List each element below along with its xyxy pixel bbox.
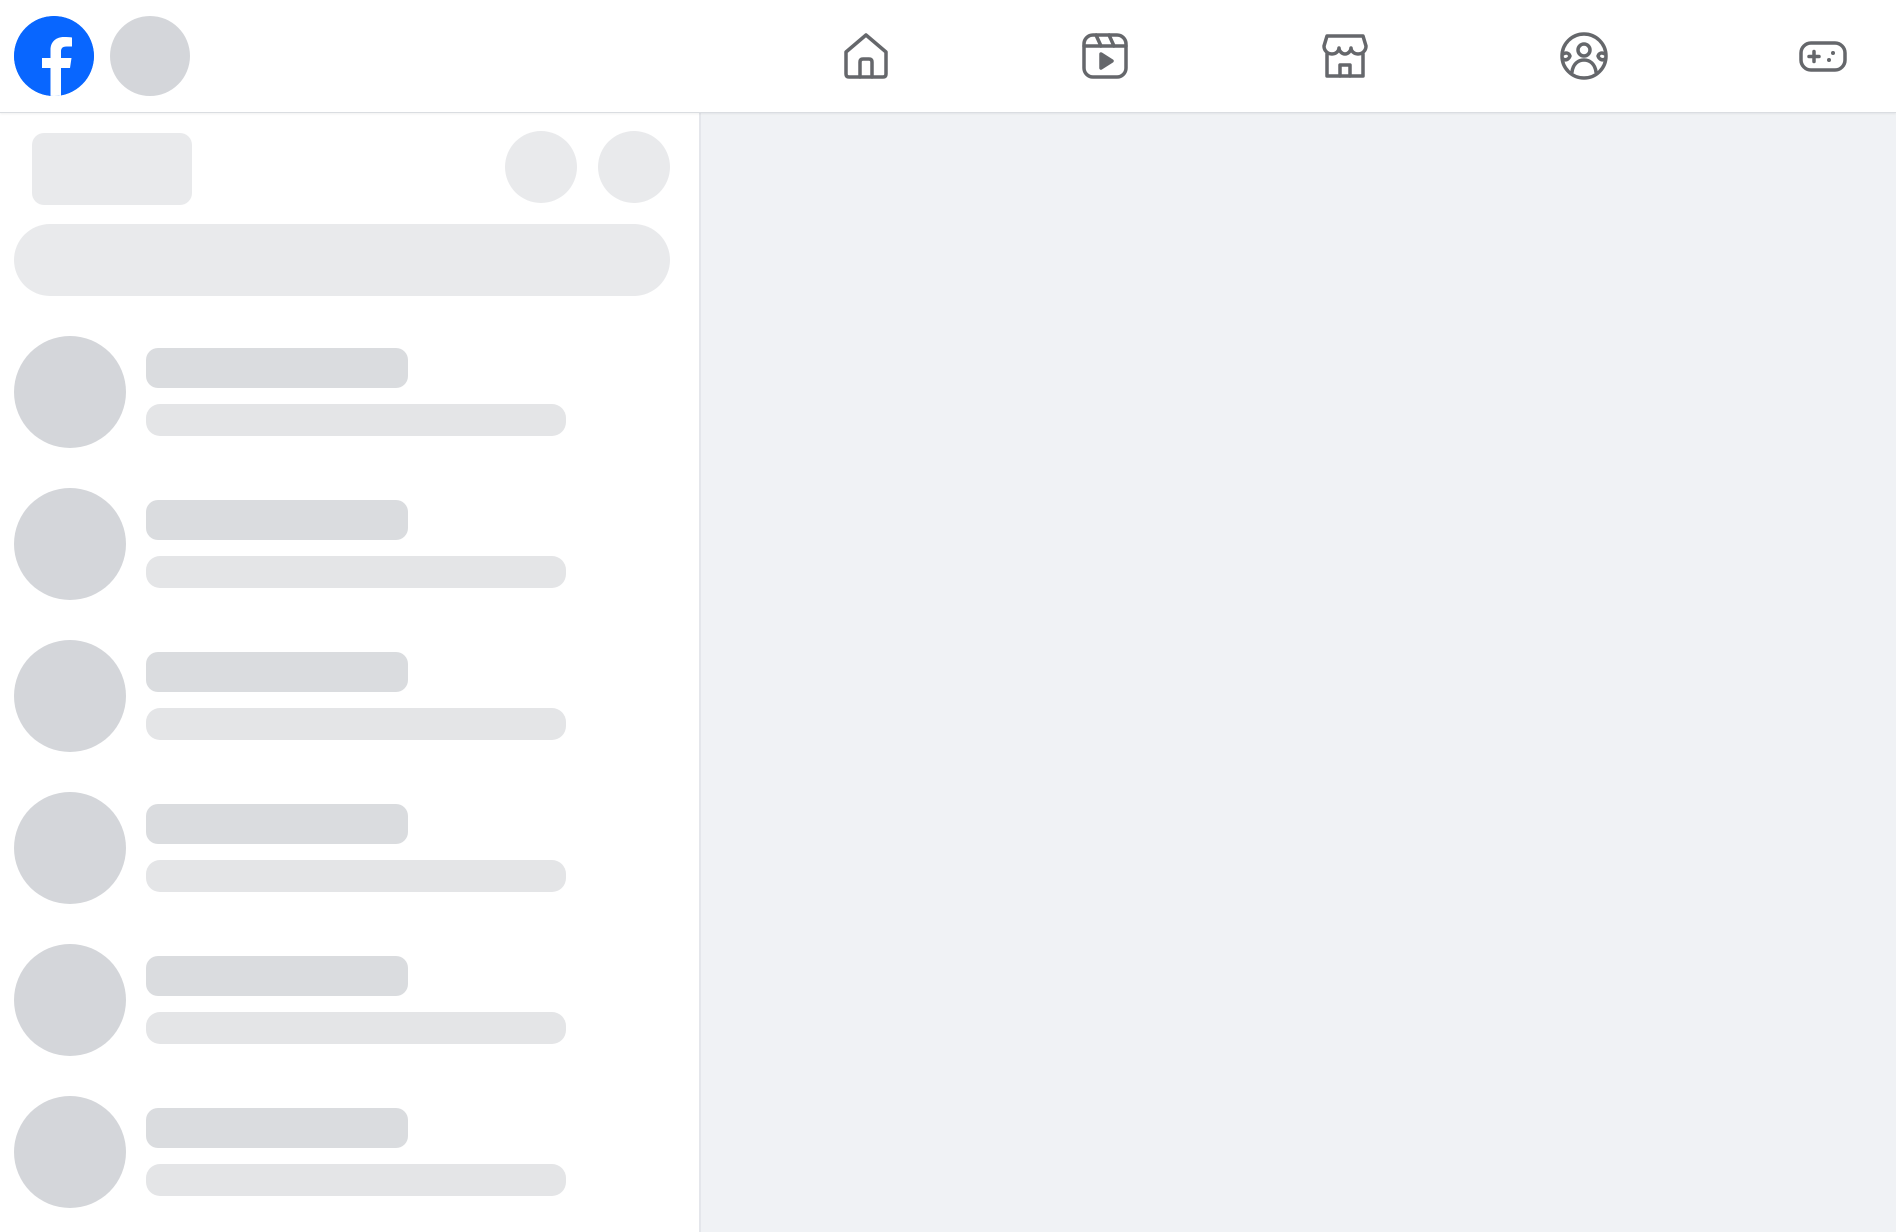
skeleton-text-line [146,500,408,540]
skeleton-list-item [0,336,699,456]
skeleton-text-line [146,1164,566,1196]
skeleton-text-line [146,956,408,996]
skeleton-text-line [146,860,566,892]
skeleton-text-line [146,708,566,740]
marketplace-store-icon[interactable] [1313,24,1377,88]
skeleton-text-line [146,1012,566,1044]
skeleton-avatar [14,1096,126,1208]
reels-video-icon[interactable] [1073,24,1137,88]
loading-placeholder-circle [110,16,190,96]
home-icon[interactable] [834,24,898,88]
skeleton-list-item [0,944,699,1064]
skeleton-text-line [146,404,566,436]
skeleton-avatar [14,640,126,752]
skeleton-list-item [0,488,699,608]
facebook-logo-icon[interactable] [14,16,94,96]
skeleton-text-line [146,556,566,588]
skeleton-button-placeholder [598,131,670,203]
skeleton-button-placeholder [505,131,577,203]
main-content-area [701,113,1896,1232]
groups-icon[interactable] [1552,24,1616,88]
skeleton-list-item [0,1096,699,1216]
skeleton-search-placeholder [14,224,670,296]
top-navigation-bar [0,0,1896,113]
skeleton-avatar [14,944,126,1056]
skeleton-avatar [14,488,126,600]
skeleton-list-item [0,640,699,760]
skeleton-avatar [14,792,126,904]
skeleton-text-line [146,652,408,692]
skeleton-text-line [146,1108,408,1148]
skeleton-avatar [14,336,126,448]
skeleton-title-placeholder [32,133,192,205]
sidebar-loading-skeleton [0,113,701,1232]
skeleton-text-line [146,804,408,844]
gaming-controller-icon[interactable] [1791,24,1855,88]
skeleton-list-item [0,792,699,912]
skeleton-text-line [146,348,408,388]
